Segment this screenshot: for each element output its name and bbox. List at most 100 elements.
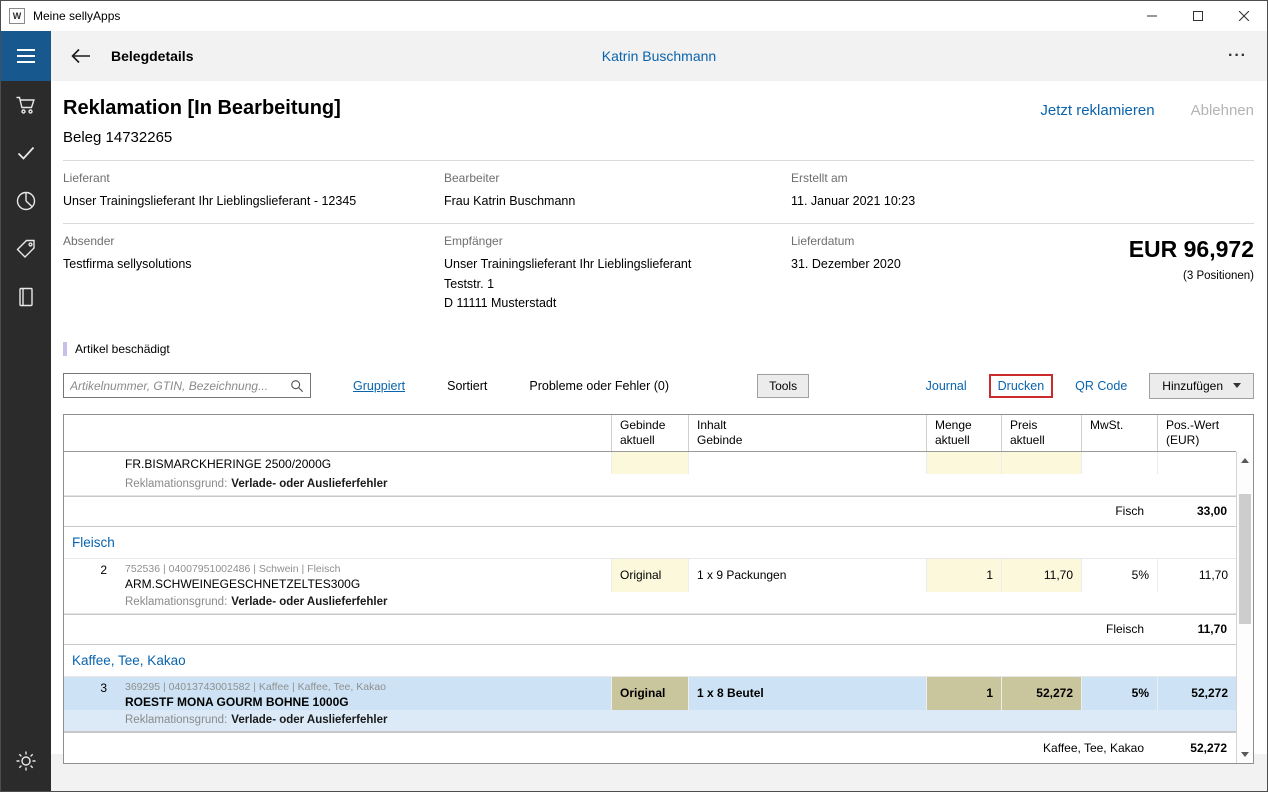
window-title: Meine sellyApps [33, 9, 121, 23]
sidebar-item-cart[interactable] [1, 81, 51, 129]
hinzufuegen-button[interactable]: Hinzufügen [1149, 372, 1254, 399]
group-header[interactable]: Fleisch [64, 527, 1236, 559]
sidebar-item-prices[interactable] [1, 225, 51, 273]
table-scrollbar[interactable] [1236, 451, 1253, 763]
cell-inhalt: 1 x 9 Packungen [688, 558, 926, 592]
app-window: W Meine sellyApps Belegdetails Katrin Bu… [0, 0, 1268, 792]
user-name: Katrin Buschmann [601, 48, 717, 64]
item-toolbar: Gruppiert Sortiert Probleme oder Fehler … [63, 371, 1254, 401]
col-poswert: Pos.-Wert (EUR) [1157, 414, 1236, 451]
sidebar-item-statistics[interactable] [1, 177, 51, 225]
note-text: Artikel beschädigt [75, 341, 170, 356]
row-number: 3 [100, 680, 107, 695]
tools-button[interactable]: Tools [757, 373, 810, 398]
group-header[interactable]: Kaffee, Tee, Kakao [64, 645, 1236, 677]
group-total-value: 33,00 [1196, 504, 1227, 518]
cell-menge [926, 451, 1001, 474]
page-title: Belegdetails [111, 48, 194, 64]
group-total-label: Kaffee, Tee, Kakao [1043, 740, 1144, 755]
table-row-item-partial[interactable]: FR.BISMARCKHERINGE 2500/2000G [64, 451, 1236, 474]
search-icon [291, 379, 304, 392]
cart-icon [16, 96, 35, 114]
note-color-bar [63, 341, 67, 356]
field-erstellt-am: Erstellt am 11. Januar 2021 10:23 [791, 171, 1101, 211]
table-row-item-selected[interactable]: 3 369295 | 04013743001582 | Kaffee | Kaf… [64, 676, 1236, 710]
search-box[interactable] [63, 373, 311, 398]
group-total-label: Fisch [1115, 504, 1144, 518]
table-row-item[interactable]: 2 752536 | 04007951002486 | Schwein | Fl… [64, 558, 1236, 592]
cell-inhalt: 1 x 8 Beutel [688, 676, 926, 710]
table-header-row: Gebinde aktuell Inhalt Gebinde Menge akt… [64, 414, 1236, 452]
sidebar-item-menu[interactable] [1, 31, 51, 81]
cell-gebinde: Original [611, 558, 688, 592]
hinzufuegen-label: Hinzufügen [1162, 378, 1223, 393]
pie-chart-icon [16, 191, 36, 211]
reklamationsgrund-value: Verlade- oder Auslieferfehler [231, 596, 388, 608]
col-inhalt: Inhalt Gebinde [688, 414, 926, 451]
scroll-down-button[interactable] [1237, 746, 1253, 763]
field-label: Lieferant [63, 171, 110, 185]
reklamationsgrund-row: Reklamationsgrund: Verlade- oder Auslief… [64, 474, 1236, 496]
book-icon [19, 287, 33, 307]
cell-preis [1001, 451, 1081, 474]
field-lieferant: Lieferant Unser Trainingslieferant Ihr L… [63, 171, 444, 211]
maximize-icon [1193, 11, 1203, 21]
empfaenger-line3: D 11111 Musterstadt [444, 296, 557, 311]
group-total-row: Fleisch 11,70 [64, 613, 1236, 645]
group-total-row: Kaffee, Tee, Kakao 52,272 [64, 731, 1236, 763]
drucken-link[interactable]: Drucken [998, 379, 1045, 393]
field-value: Unser Trainingslieferant Ihr Lieblingsli… [63, 194, 357, 208]
check-icon [17, 146, 35, 160]
app-icon: W [9, 8, 25, 24]
qr-code-link[interactable]: QR Code [1075, 379, 1127, 393]
document-detail: Reklamation [In Bearbeitung] Beleg 14732… [51, 81, 1267, 764]
close-button[interactable] [1221, 1, 1267, 31]
ablehnen-button[interactable]: Ablehnen [1191, 102, 1254, 119]
journal-link[interactable]: Journal [926, 379, 967, 393]
group-total-label: Fleisch [1105, 622, 1144, 636]
annotation-highlight: Drucken [988, 373, 1054, 398]
scrollbar-thumb[interactable] [1239, 493, 1251, 624]
row-number: 2 [100, 562, 107, 577]
field-label: Absender [63, 234, 115, 249]
cell-gebinde [611, 451, 688, 474]
reklamieren-button[interactable]: Jetzt reklamieren [1040, 102, 1154, 119]
sortiert-toggle[interactable]: Sortiert [447, 379, 487, 393]
empfaenger-line2: Teststr. 1 [444, 276, 495, 291]
scroll-up-button[interactable] [1237, 452, 1253, 469]
cell-poswert [1157, 451, 1236, 474]
item-name: FR.BISMARCKHERINGE 2500/2000G [125, 456, 332, 471]
back-button[interactable] [65, 40, 97, 72]
item-meta: 369295 | 04013743001582 | Kaffee | Kaffe… [125, 680, 386, 693]
field-label: Lieferdatum [791, 234, 855, 249]
cell-mwst [1081, 451, 1157, 474]
maximize-button[interactable] [1175, 1, 1221, 31]
cell-gebinde: Original [611, 676, 688, 710]
group-total-value: 52,272 [1190, 740, 1227, 755]
cell-poswert: 52,272 [1157, 676, 1236, 710]
sidebar-item-tasks[interactable] [1, 129, 51, 177]
reklamationsgrund-label: Reklamationsgrund: [125, 478, 228, 490]
field-empfaenger: Empfänger Unser Trainingslieferant Ihr L… [444, 234, 791, 313]
status-note: Artikel beschädigt [63, 341, 1254, 356]
field-bearbeiter: Bearbeiter Frau Katrin Buschmann [444, 171, 791, 211]
minimize-button[interactable] [1129, 1, 1175, 31]
scroll-down-icon [1241, 751, 1249, 757]
item-meta: 752536 | 04007951002486 | Schwein | Flei… [125, 562, 341, 575]
search-input[interactable] [70, 378, 290, 393]
cell-mwst: 5% [1081, 676, 1157, 710]
reklamationsgrund-label: Reklamationsgrund: [125, 714, 228, 726]
back-arrow-icon [71, 48, 90, 64]
field-label: Bearbeiter [444, 171, 500, 185]
cell-menge: 1 [926, 676, 1001, 710]
sidebar-item-settings[interactable] [1, 737, 51, 785]
probleme-filter[interactable]: Probleme oder Fehler (0) [529, 379, 669, 393]
group-total-value: 11,70 [1197, 622, 1227, 636]
sidebar-item-catalog[interactable] [1, 273, 51, 321]
col-number [64, 415, 117, 451]
document-title: Reklamation [In Bearbeitung] [63, 97, 341, 119]
group-total-row: Fisch 33,00 [64, 495, 1236, 527]
more-options-button[interactable]: ··· [1228, 47, 1247, 65]
minimize-icon [1147, 15, 1157, 17]
gruppiert-toggle[interactable]: Gruppiert [353, 379, 405, 393]
